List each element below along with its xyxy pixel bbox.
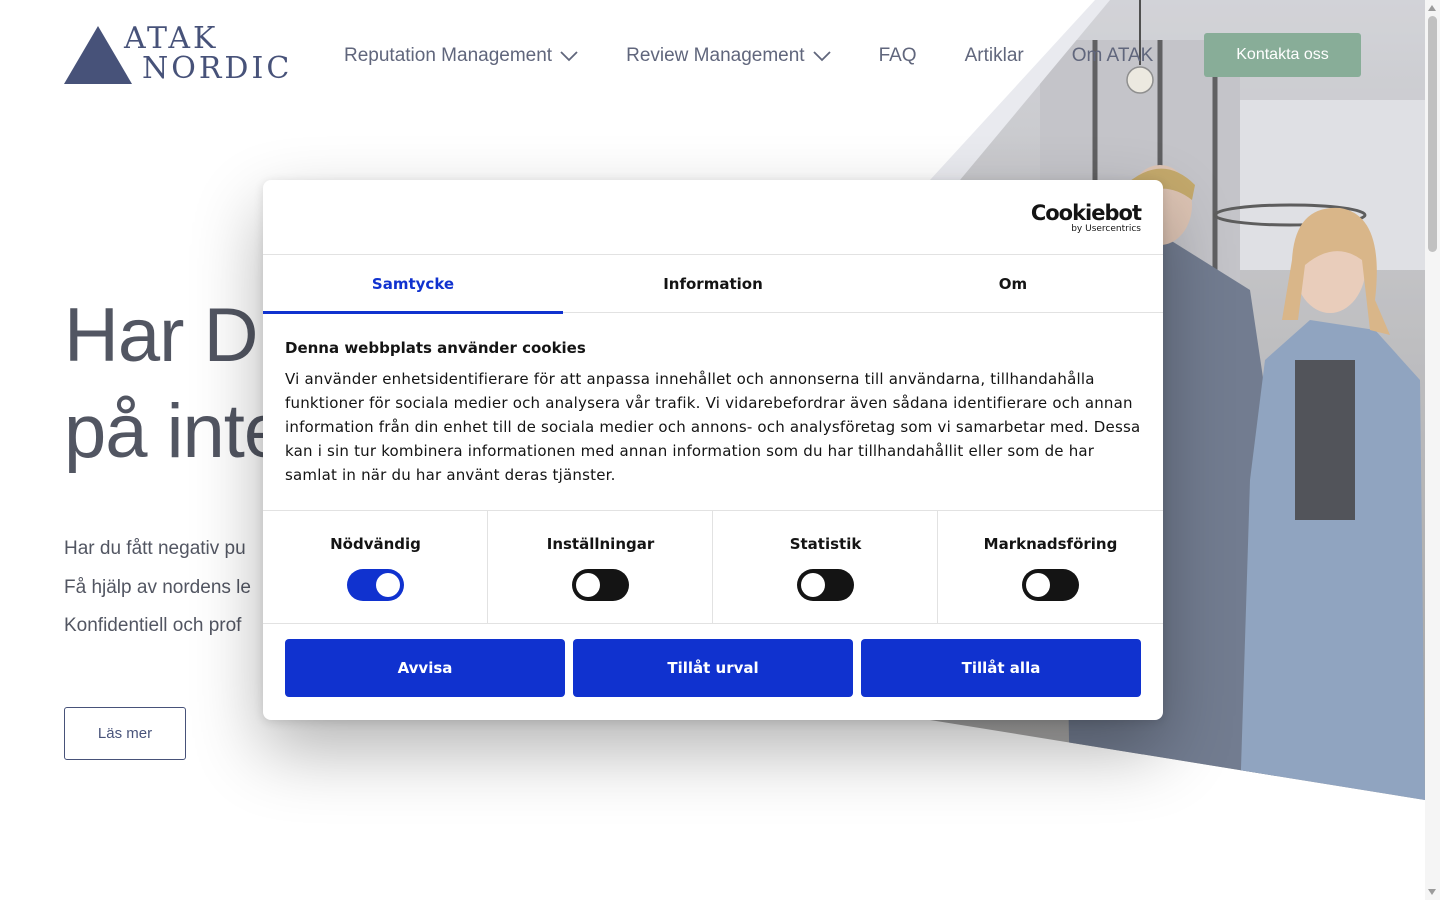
scroll-thumb[interactable] — [1428, 16, 1437, 252]
cookiebot-name: Cookiebot — [1030, 201, 1142, 225]
cookie-consent-dialog: Cookiebot by Usercentrics Samtycke Infor… — [263, 180, 1163, 720]
tab-information[interactable]: Information — [563, 255, 863, 313]
category-label: Nödvändig — [330, 535, 421, 553]
category-preferences: Inställningar — [488, 511, 713, 623]
marketing-toggle[interactable] — [1022, 569, 1079, 601]
cookiebot-byline: by Usercentrics — [1071, 224, 1141, 234]
consent-categories: Nödvändig Inställningar Statistik Markna… — [263, 510, 1163, 624]
scroll-down-arrow-icon[interactable] — [1428, 889, 1436, 895]
dialog-header: Cookiebot by Usercentrics — [263, 180, 1163, 255]
tab-om[interactable]: Om — [863, 255, 1163, 313]
toggle-knob — [801, 573, 825, 597]
dialog-body: Denna webbplats använder cookies Vi anvä… — [285, 337, 1145, 487]
preferences-toggle[interactable] — [572, 569, 629, 601]
toggle-knob — [576, 573, 600, 597]
toggle-knob — [376, 573, 400, 597]
allow-selection-button[interactable]: Tillåt urval — [573, 639, 853, 697]
category-marketing: Marknadsföring — [938, 511, 1163, 623]
page-scrollbar[interactable] — [1425, 0, 1440, 900]
cookiebot-logo: Cookiebot by Usercentrics — [1030, 201, 1142, 234]
category-label: Inställningar — [546, 535, 655, 553]
category-label: Statistik — [789, 535, 862, 553]
category-statistics: Statistik — [713, 511, 938, 623]
category-label: Marknadsföring — [983, 535, 1118, 553]
toggle-knob — [1026, 573, 1050, 597]
scroll-up-arrow-icon[interactable] — [1428, 5, 1436, 11]
dialog-heading: Denna webbplats använder cookies — [285, 339, 586, 357]
category-necessary: Nödvändig — [263, 511, 488, 623]
necessary-toggle[interactable] — [347, 569, 404, 601]
dialog-actions: Avvisa Tillåt urval Tillåt alla — [285, 639, 1141, 697]
allow-all-button[interactable]: Tillåt alla — [861, 639, 1141, 697]
reject-button[interactable]: Avvisa — [285, 639, 565, 697]
dialog-tabs: Samtycke Information Om — [263, 255, 1163, 314]
dialog-description: Vi använder enhetsidentifierare för att … — [285, 370, 1141, 484]
tab-samtycke[interactable]: Samtycke — [263, 255, 563, 314]
statistics-toggle[interactable] — [797, 569, 854, 601]
